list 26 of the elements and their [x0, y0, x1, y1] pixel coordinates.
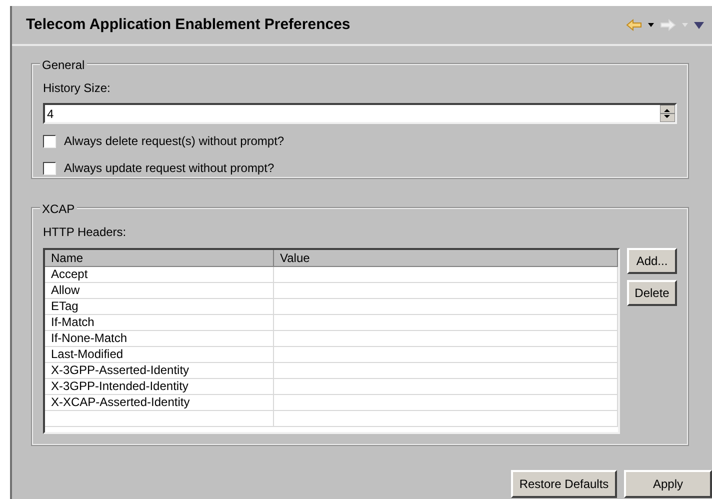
- dropdown-caret-icon[interactable]: [648, 23, 654, 27]
- page-title: Telecom Application Enablement Preferences: [26, 14, 350, 35]
- table-cell: Accept: [45, 267, 274, 282]
- table-cell: X-XCAP-Asserted-Identity: [45, 395, 274, 410]
- column-header[interactable]: Name: [45, 250, 274, 266]
- checkbox-label: Always delete request(s) without prompt?: [64, 133, 284, 150]
- push-button[interactable]: Restore Defaults: [511, 470, 617, 498]
- table-cell: Allow: [45, 283, 274, 298]
- table-cell: Last-Modified: [45, 347, 274, 362]
- checkbox-label: Always update request without prompt?: [64, 160, 274, 177]
- table-cell: If-Match: [45, 315, 274, 330]
- table-cell: ETag: [45, 299, 274, 314]
- push-button[interactable]: Apply: [624, 470, 712, 498]
- table-cell: X-3GPP-Intended-Identity: [45, 379, 274, 394]
- field-label: History Size:: [43, 80, 112, 97]
- column-header[interactable]: Value: [274, 250, 618, 266]
- table-cell: X-3GPP-Asserted-Identity: [45, 363, 274, 378]
- spinner-field[interactable]: 4: [43, 103, 677, 124]
- spin-arrows-icon[interactable]: [660, 105, 675, 122]
- table-label: HTTP Headers:: [43, 224, 128, 241]
- view-menu-icon[interactable]: [694, 22, 704, 28]
- push-button[interactable]: Delete: [627, 280, 677, 306]
- table-cell: If-None-Match: [45, 331, 274, 346]
- push-button[interactable]: Add...: [627, 248, 677, 274]
- checkbox[interactable]: [43, 162, 56, 174]
- checkbox[interactable]: [43, 134, 56, 148]
